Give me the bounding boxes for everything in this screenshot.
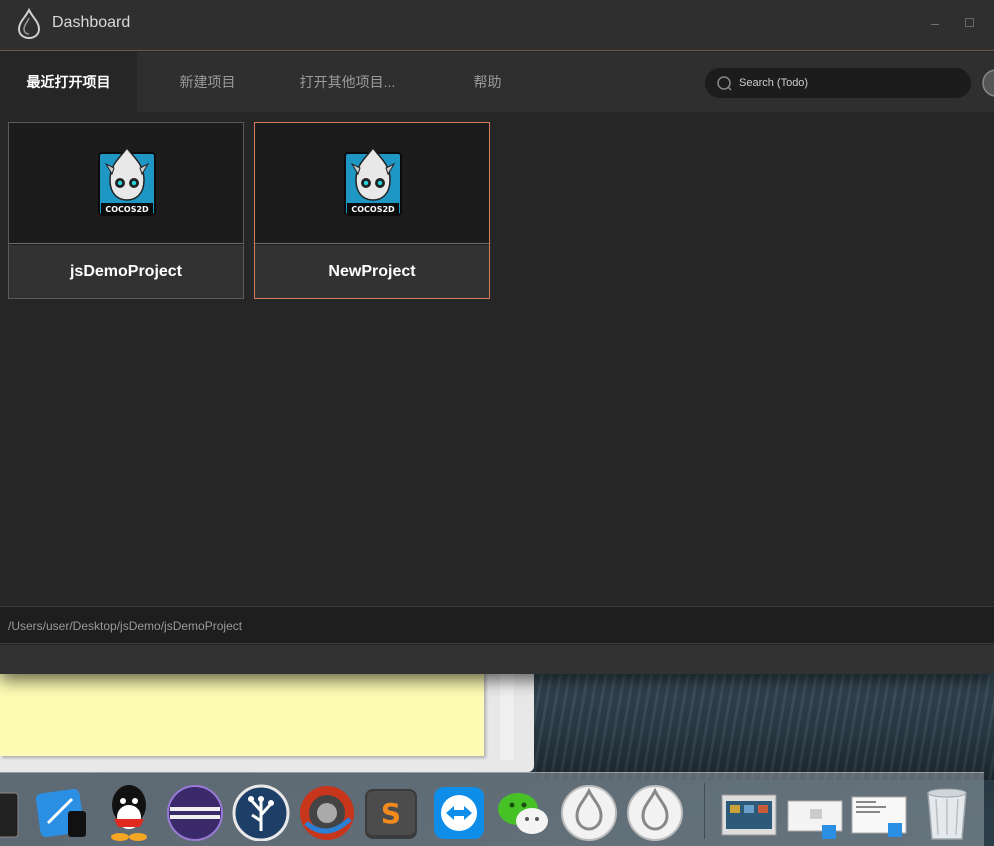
screenshot-thumb-icon[interactable] (786, 779, 844, 841)
teamviewer-icon[interactable] (430, 779, 488, 841)
search-box[interactable] (705, 68, 971, 98)
selected-project-path: /Users/user/Desktop/jsDemo/jsDemoProject (8, 619, 243, 633)
minimize-button[interactable]: – (928, 16, 942, 30)
search-icon (717, 76, 732, 91)
dock-separator (704, 783, 705, 839)
project-thumbnail: COCOS2D (9, 123, 243, 244)
status-bar: /Users/user/Desktop/jsDemo/jsDemoProject (0, 606, 994, 644)
window-title: Dashboard (52, 14, 131, 31)
project-name: NewProject (255, 245, 489, 298)
sublime-text-icon[interactable]: S (362, 779, 420, 841)
screen-recorder-icon[interactable] (298, 779, 356, 841)
window-footer (0, 645, 994, 674)
cocos-drop-icon (17, 8, 41, 40)
tab-bar: 最近打开项目 新建项目 打开其他项目... 帮助 (0, 52, 994, 112)
qq-icon[interactable] (100, 779, 158, 841)
cocos-logo-icon: COCOS2D (98, 146, 156, 216)
project-thumbnail: COCOS2D (255, 123, 489, 244)
title-bar[interactable]: Dashboard – (0, 0, 994, 51)
svg-text:S: S (381, 797, 401, 830)
maximize-button[interactable] (962, 16, 976, 30)
project-card-selected[interactable]: COCOS2D NewProject (254, 122, 490, 299)
tab-help[interactable]: 帮助 (440, 52, 535, 112)
dashboard-window: Dashboard – 最近打开项目 新建项目 打开其他项目... 帮助 Sea… (0, 0, 994, 674)
svg-text:COCOS2D: COCOS2D (105, 205, 149, 214)
background-window-scrollbar[interactable] (500, 670, 514, 760)
search-input[interactable] (739, 68, 959, 98)
dock: S (0, 772, 984, 846)
tab-open-other-project[interactable]: 打开其他项目... (280, 52, 415, 112)
sticky-note[interactable] (0, 670, 484, 756)
wechat-icon[interactable] (494, 779, 552, 841)
desktop-wallpaper-cliff (534, 660, 994, 780)
project-name: jsDemoProject (9, 245, 243, 298)
cocos-dashboard-icon[interactable] (626, 779, 684, 841)
screenshot-thumb-icon[interactable] (850, 779, 908, 841)
recent-projects-grid: COCOS2D jsDemoProject COCOS2D NewProject (0, 112, 994, 606)
eclipse-icon[interactable] (166, 779, 224, 841)
trash-icon[interactable] (918, 779, 976, 841)
svg-text:COCOS2D: COCOS2D (351, 205, 395, 214)
cocos-logo-icon: COCOS2D (344, 146, 402, 216)
tab-new-project[interactable]: 新建项目 (150, 52, 265, 112)
cocos-dashboard-icon[interactable] (560, 779, 618, 841)
screenshot-thumb-icon[interactable] (720, 779, 778, 841)
tab-recent-projects[interactable]: 最近打开项目 (0, 52, 137, 112)
xcode-icon[interactable] (34, 779, 92, 841)
sourcetree-icon[interactable] (232, 779, 290, 842)
project-card[interactable]: COCOS2D jsDemoProject (8, 122, 244, 299)
user-avatar-icon[interactable] (981, 68, 994, 98)
